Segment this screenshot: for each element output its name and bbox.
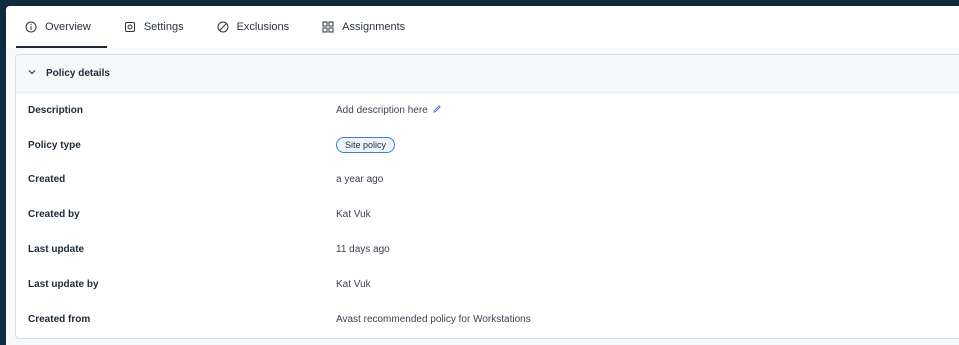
tab-overview[interactable]: Overview — [16, 6, 107, 48]
policy-details-toggle[interactable]: Policy details — [16, 55, 959, 93]
tab-label: Exclusions — [236, 21, 290, 33]
detail-label: Created from — [28, 313, 91, 325]
description-value[interactable]: Add description here — [336, 105, 428, 116]
detail-label: Last update by — [28, 278, 99, 290]
detail-row-last-update: Last update 11 days ago — [16, 232, 959, 267]
tab-exclusions[interactable]: Exclusions — [208, 6, 306, 48]
tab-assignments[interactable]: Assignments — [313, 6, 421, 48]
detail-label: Created by — [28, 209, 80, 221]
detail-label: Created — [28, 174, 66, 186]
section-title: Policy details — [46, 68, 110, 79]
assignments-icon — [322, 21, 334, 33]
detail-label: Policy type — [28, 139, 81, 151]
details-list: Description Add description here Policy … — [16, 93, 959, 337]
tab-label: Settings — [143, 21, 184, 33]
info-icon — [25, 21, 37, 33]
description-editor[interactable]: Add description here — [336, 104, 442, 117]
tab-settings[interactable]: Settings — [115, 6, 200, 48]
detail-value: a year ago — [336, 174, 384, 186]
detail-label: Description — [28, 104, 84, 116]
detail-value: Kat Vuk — [336, 209, 371, 221]
pencil-icon[interactable] — [432, 104, 442, 117]
policy-type-badge: Site policy — [336, 137, 396, 154]
tab-bar: Overview Settings Exclusions Assignments — [6, 6, 959, 48]
detail-row-created-by: Created by Kat Vuk — [16, 197, 959, 232]
exclusion-icon — [217, 21, 229, 33]
detail-value: Kat Vuk — [336, 278, 371, 290]
detail-label: Last update — [28, 244, 85, 256]
settings-icon — [124, 21, 136, 33]
policy-panel: Overview Settings Exclusions Assignments — [6, 6, 959, 345]
detail-row-description: Description Add description here — [16, 93, 959, 128]
tab-label: Assignments — [342, 21, 406, 33]
detail-value: Avast recommended policy for Workstation… — [336, 313, 531, 325]
chevron-down-icon — [27, 67, 37, 80]
detail-row-policy-type: Policy type Site policy — [16, 128, 959, 163]
detail-row-last-update-by: Last update by Kat Vuk — [16, 267, 959, 302]
detail-row-created: Created a year ago — [16, 163, 959, 198]
detail-value: 11 days ago — [336, 244, 390, 256]
detail-row-created-from: Created from Avast recommended policy fo… — [16, 302, 959, 337]
policy-details-card: Policy details Description Add descripti… — [15, 54, 959, 339]
tab-label: Overview — [45, 21, 91, 33]
